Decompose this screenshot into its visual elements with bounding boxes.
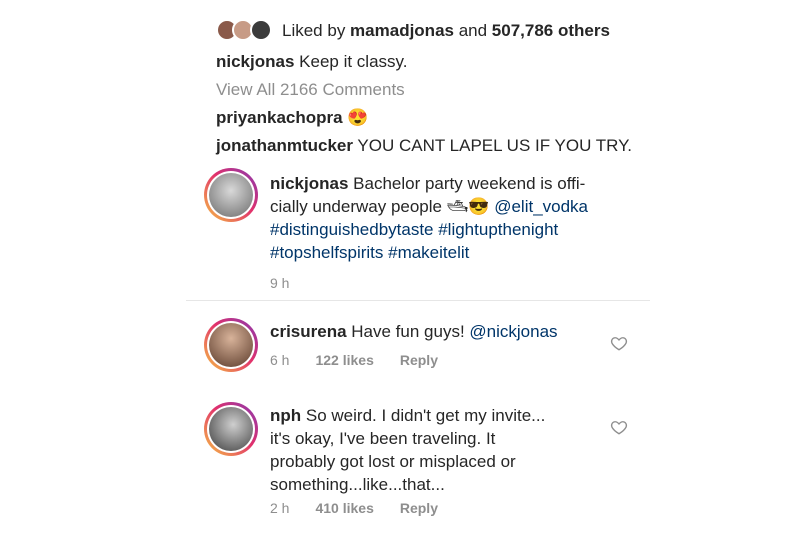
comment-text: 😍 <box>342 108 369 127</box>
likes-prefix: Liked by <box>282 21 351 40</box>
reply-button[interactable]: Reply <box>400 500 438 516</box>
comment-text: probably got lost or misplaced or <box>270 452 516 471</box>
liker-username[interactable]: mamadjonas <box>350 21 454 40</box>
caption-text: Keep it classy. <box>294 52 408 71</box>
mention-link[interactable]: @elit_vodka <box>494 197 588 216</box>
post-text: Bachelor party weekend is offi- <box>348 174 586 193</box>
comment-text: Have fun guys! <box>346 322 470 341</box>
comment-text: it's okay, I've been traveling. It <box>270 429 496 448</box>
comment-username[interactable]: jonathanmtucker <box>216 136 353 155</box>
likes-middle: and <box>453 21 492 40</box>
hashtags[interactable]: #distinguishedbytaste #lightupthenight <box>270 218 640 241</box>
profile-photo <box>209 173 253 217</box>
comment-timestamp: 6 h <box>270 352 290 368</box>
comment-text: something...like...that... <box>270 475 445 494</box>
mention-link[interactable]: @nickjonas <box>469 322 557 341</box>
comment-text: So weird. I didn't get my invite... <box>301 406 546 425</box>
comment-body: nph So weird. I didn't get my invite... … <box>270 404 610 496</box>
post-timestamp: 9 h <box>270 275 290 291</box>
profile-photo <box>209 323 253 367</box>
likes-row[interactable]: Liked by mamadjonas and 507,786 others <box>216 18 610 44</box>
likes-text[interactable]: Liked by mamadjonas and 507,786 others <box>282 21 610 41</box>
comment-timestamp: 2 h <box>270 500 290 516</box>
comment-body: crisurena Have fun guys! @nickjonas <box>270 320 610 343</box>
comment-username[interactable]: crisurena <box>270 322 347 341</box>
comment-likes[interactable]: 410 likes <box>315 500 373 516</box>
comment-text: YOU CANT LAPEL US IF YOU TRY. <box>352 136 633 155</box>
comment-likes[interactable]: 122 likes <box>315 352 373 368</box>
likes-and-comments-section: Liked by mamadjonas and 507,786 others n… <box>216 14 656 174</box>
likes-count[interactable]: 507,786 others <box>492 21 610 40</box>
avatar <box>250 19 272 41</box>
comment-username[interactable]: priyankachopra <box>216 108 343 127</box>
view-all-comments-link[interactable]: View All 2166 Comments <box>216 80 405 100</box>
hashtags[interactable]: #topshelfspirits #makeitelit <box>270 241 640 264</box>
comment-meta: 6 h 122 likes Reply <box>270 352 438 368</box>
post-text: cially underway people <box>270 197 447 216</box>
emoji: 🛥😎 <box>446 197 495 216</box>
liker-avatars <box>216 18 276 44</box>
reply-button[interactable]: Reply <box>400 352 438 368</box>
heart-icon[interactable] <box>610 418 628 436</box>
avatar[interactable] <box>204 402 258 456</box>
comment-row: jonathanmtucker YOU CANT LAPEL US IF YOU… <box>216 136 632 156</box>
post-username[interactable]: nickjonas <box>270 174 348 193</box>
caption-username[interactable]: nickjonas <box>216 52 294 71</box>
avatar[interactable] <box>204 168 258 222</box>
heart-icon[interactable] <box>610 334 628 352</box>
divider <box>186 300 650 301</box>
comment-username[interactable]: nph <box>270 406 301 425</box>
avatar[interactable] <box>204 318 258 372</box>
top-caption: nickjonas Keep it classy. <box>216 52 408 72</box>
comment-row: priyankachopra 😍 <box>216 108 369 128</box>
comment-meta: 2 h 410 likes Reply <box>270 500 438 516</box>
post-caption: nickjonas Bachelor party weekend is offi… <box>270 172 640 295</box>
profile-photo <box>209 407 253 451</box>
